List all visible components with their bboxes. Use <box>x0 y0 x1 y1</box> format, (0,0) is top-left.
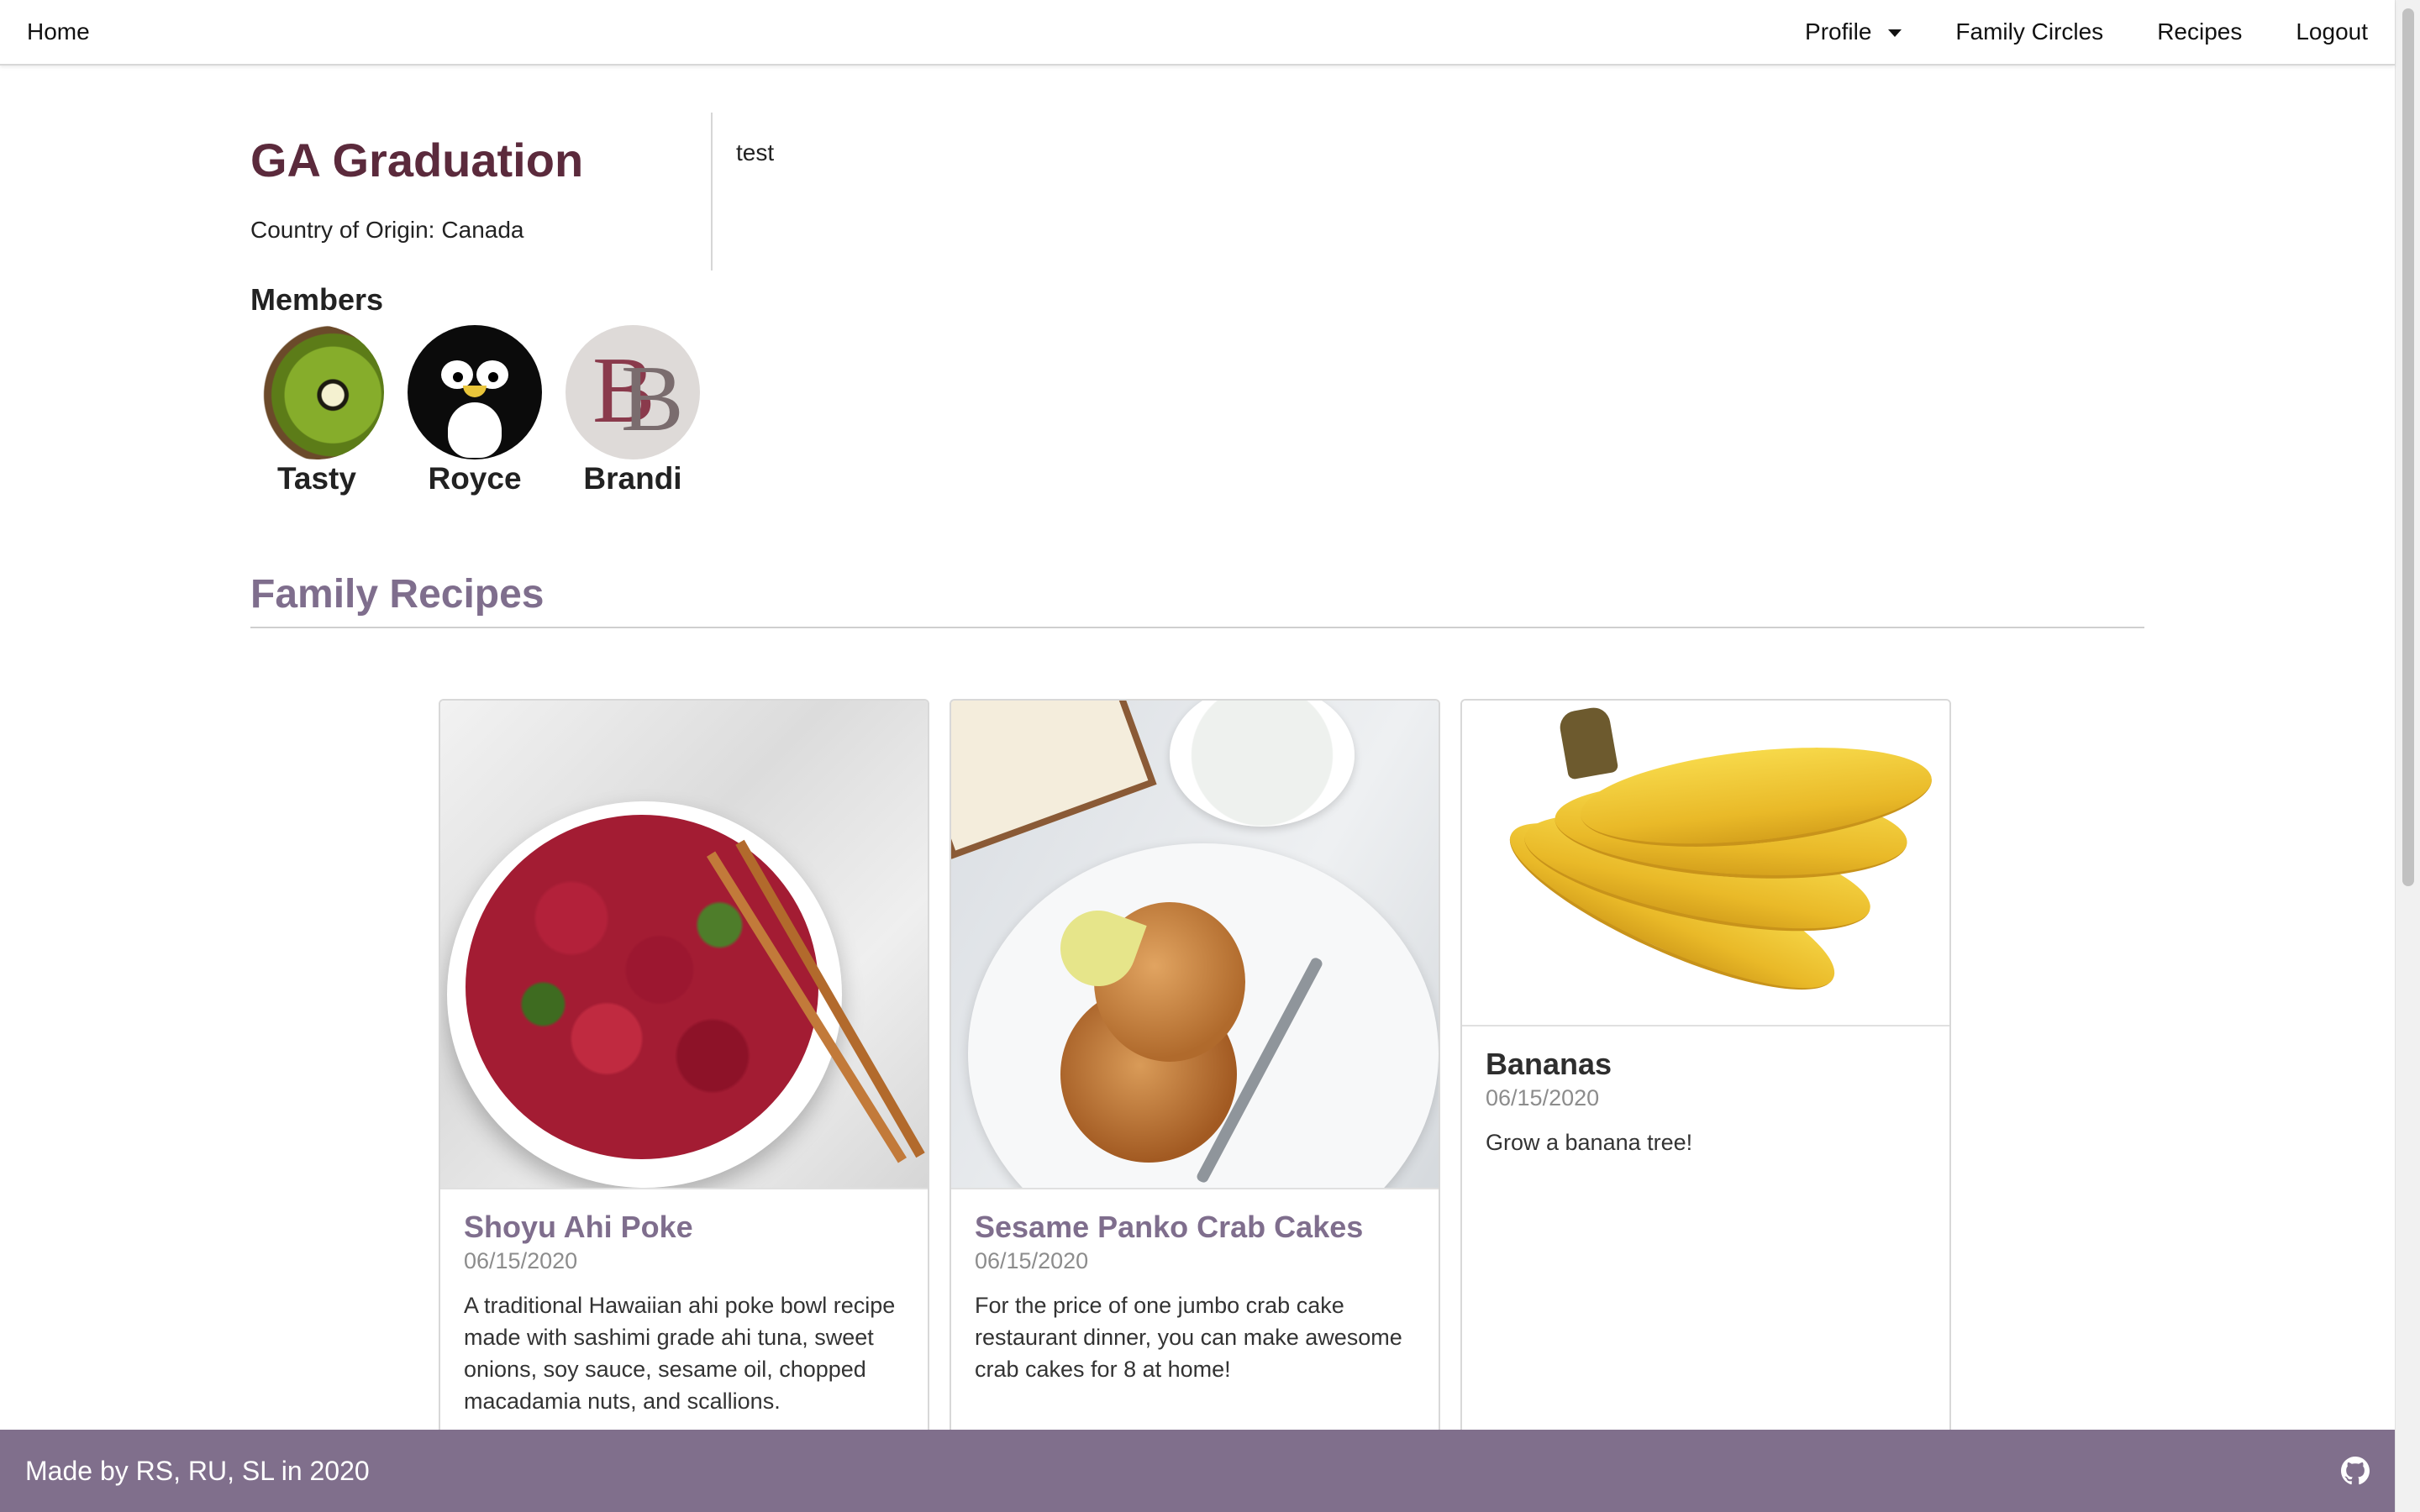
recipe-description: A traditional Hawaiian ahi poke bowl rec… <box>464 1293 896 1414</box>
github-link[interactable] <box>2341 1457 2370 1485</box>
recipe-title[interactable]: Sesame Panko Crab Cakes <box>975 1210 1415 1245</box>
chevron-down-icon <box>1888 29 1902 37</box>
recipe-date: 06/15/2020 <box>464 1248 578 1273</box>
nav-family-circles-link[interactable]: Family Circles <box>1955 18 2103 45</box>
recipe-description: Grow a banana tree! <box>1486 1130 1693 1155</box>
member-royce[interactable]: Royce <box>395 325 555 496</box>
avatar-belly <box>448 402 502 458</box>
avatar-eye <box>476 360 508 389</box>
navbar: Home Profile Family Circles Recipes Logo… <box>0 0 2395 66</box>
avatar-beak <box>463 386 487 397</box>
recipe-image[interactable] <box>440 701 928 1189</box>
recipe-date: 06/15/2020 <box>1486 1085 1600 1110</box>
section-divider <box>250 627 2144 628</box>
recipe-date: 06/15/2020 <box>975 1248 1089 1273</box>
country-of-origin: Country of Origin: Canada <box>250 217 524 244</box>
avatar <box>250 325 384 459</box>
card-body: Bananas 06/15/2020 Grow a banana tree! <box>1462 1026 1949 1179</box>
nav-recipes-link[interactable]: Recipes <box>2157 18 2242 45</box>
recipe-card-sesame-panko-crab-cakes[interactable]: Sesame Panko Crab Cakes 06/15/2020 For t… <box>950 699 1440 1512</box>
member-name: Royce <box>428 461 522 496</box>
footer: Made by RS, RU, SL in 2020 <box>0 1430 2395 1512</box>
footer-credits: Made by RS, RU, SL in 2020 <box>25 1455 370 1486</box>
github-icon <box>2341 1457 2370 1485</box>
header-divider <box>711 113 713 270</box>
card-body: Sesame Panko Crab Cakes 06/15/2020 For t… <box>951 1189 1439 1405</box>
nav-home-link[interactable]: Home <box>27 18 90 45</box>
scrollbar[interactable] <box>2395 0 2420 1512</box>
nav-logout-link[interactable]: Logout <box>2296 18 2368 45</box>
nav-right-group: Profile Family Circles Recipes Logout <box>1805 18 2368 45</box>
avatar: BB <box>566 325 700 459</box>
recipe-card-shoyu-ahi-poke[interactable]: Shoyu Ahi Poke 06/15/2020 A traditional … <box>439 699 929 1512</box>
family-recipes-heading: Family Recipes <box>250 572 544 617</box>
nav-profile-dropdown[interactable]: Profile <box>1805 18 1902 45</box>
origin-label: Country of Origin: <box>250 217 435 243</box>
member-brandi[interactable]: BB Brandi <box>553 325 713 496</box>
recipe-image[interactable] <box>951 701 1439 1189</box>
recipe-description: For the price of one jumbo crab cake res… <box>975 1293 1402 1382</box>
circle-description: test <box>736 139 775 165</box>
origin-value: Canada <box>441 217 524 243</box>
member-name: Tasty <box>277 461 356 496</box>
avatar <box>408 325 542 459</box>
members-heading: Members <box>250 282 384 317</box>
card-body: Shoyu Ahi Poke 06/15/2020 A traditional … <box>440 1189 928 1437</box>
member-name: Brandi <box>583 461 682 496</box>
page-title: GA Graduation <box>250 134 584 186</box>
recipe-image[interactable] <box>1462 701 1949 1026</box>
recipe-title[interactable]: Shoyu Ahi Poke <box>464 1210 904 1245</box>
recipe-card-bananas[interactable]: Bananas 06/15/2020 Grow a banana tree! <box>1460 699 1951 1512</box>
avatar-eye <box>441 360 473 389</box>
scrollbar-thumb[interactable] <box>2402 8 2414 886</box>
member-tasty[interactable]: Tasty <box>237 325 397 496</box>
nav-profile-label: Profile <box>1805 18 1872 45</box>
recipe-title[interactable]: Bananas <box>1486 1047 1926 1082</box>
